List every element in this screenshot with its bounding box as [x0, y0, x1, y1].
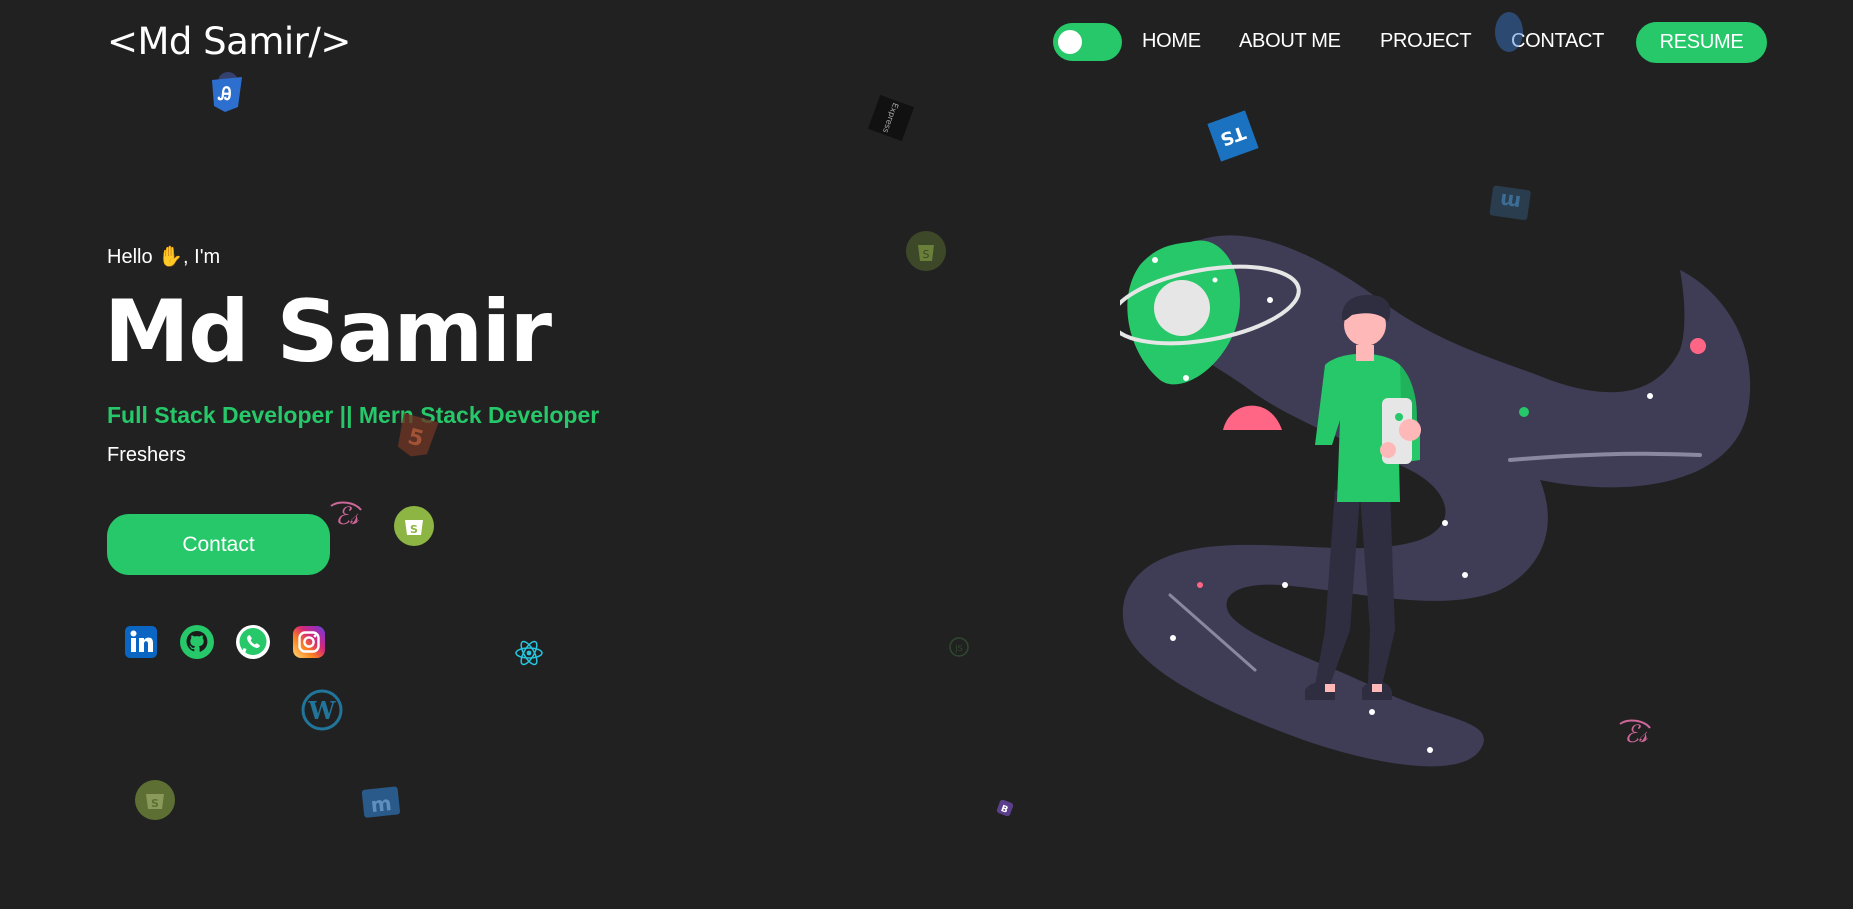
linkedin-icon[interactable]	[123, 624, 159, 660]
greeting-prefix: Hello	[107, 246, 153, 268]
site-logo[interactable]: <Md Samir/>	[107, 20, 351, 63]
svg-text:S: S	[151, 797, 159, 810]
toggle-knob	[1058, 30, 1082, 54]
hero-name: Md Samir	[104, 282, 552, 382]
greeting: Hello ✋, I'm	[107, 244, 220, 269]
shopify-bag-icon: S	[393, 505, 435, 551]
css3-icon: Ꭿ	[208, 72, 248, 118]
nodejs-icon: JS	[948, 636, 970, 662]
nav-link-home[interactable]: HOME	[1142, 30, 1201, 53]
nav-link-about-me[interactable]: ABOUT ME	[1239, 30, 1341, 53]
hero-illustration	[1109, 230, 1760, 784]
nav-link-project[interactable]: PROJECT	[1380, 30, 1472, 53]
shopify-bag-faded-icon: S	[134, 779, 176, 825]
express-icon: Express	[866, 92, 916, 148]
whatsapp-icon[interactable]	[235, 624, 271, 660]
instagram-icon[interactable]	[291, 624, 327, 660]
wordpress-icon: W	[300, 688, 344, 736]
svg-text:JS: JS	[954, 644, 962, 653]
github-icon[interactable]	[179, 624, 215, 660]
sass-icon: ℰ𝓈	[325, 496, 369, 544]
resume-button[interactable]: RESUME	[1636, 22, 1767, 63]
svg-text:m: m	[1498, 189, 1522, 216]
svg-text:S: S	[923, 248, 930, 261]
react-icon	[514, 638, 544, 672]
typescript-icon: TS	[1205, 108, 1261, 168]
shopify-icon: S	[905, 230, 947, 276]
greeting-suffix: , I'm	[183, 246, 221, 268]
hero-role: Full Stack Developer || Mern Stack Devel…	[107, 402, 600, 428]
hero-status: Freshers	[107, 444, 186, 466]
svg-text:S: S	[410, 523, 418, 536]
nav-link-contact[interactable]: CONTACT	[1511, 30, 1604, 53]
waving-hand-icon: ✋	[158, 246, 184, 268]
contact-button[interactable]: Contact	[107, 514, 330, 575]
svg-text:Ꭿ: Ꭿ	[217, 84, 231, 105]
materialize-icon: m	[1489, 184, 1533, 228]
materialize-faded-icon: m	[361, 784, 403, 826]
html5-icon: 5	[392, 413, 440, 465]
svg-text:W: W	[308, 696, 337, 725]
bootstrap-icon: B	[994, 797, 1016, 823]
theme-toggle[interactable]	[1053, 23, 1122, 61]
svg-text:m: m	[369, 791, 392, 817]
blur-glow-icon	[1494, 10, 1524, 58]
